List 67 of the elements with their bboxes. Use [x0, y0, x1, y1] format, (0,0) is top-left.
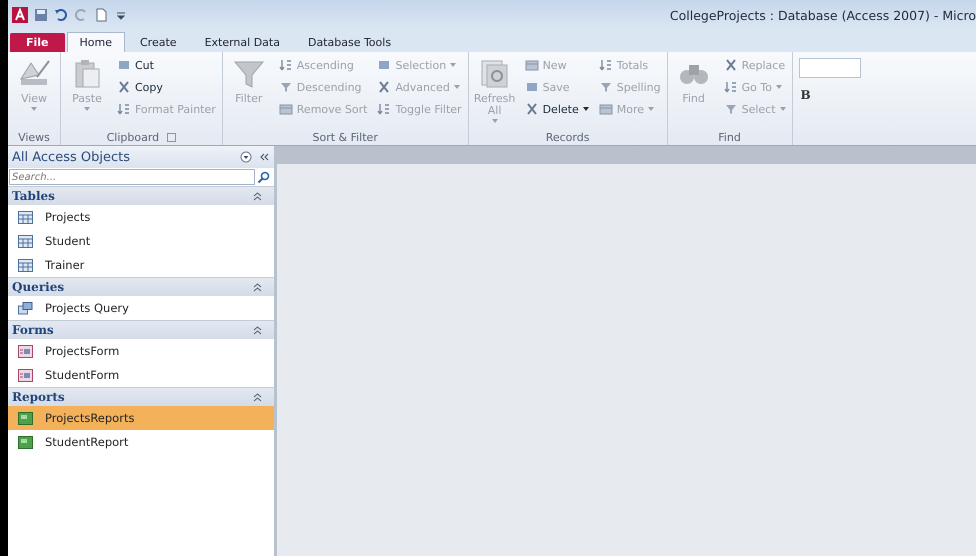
- save-icon[interactable]: [34, 8, 48, 22]
- ribbon-button[interactable]: Copy: [115, 77, 218, 97]
- navigation-item[interactable]: StudentForm: [8, 363, 274, 387]
- group-header[interactable]: Tables: [8, 186, 274, 205]
- square-icon: [524, 80, 539, 94]
- ribbon-button[interactable]: Cut: [115, 55, 218, 75]
- collapse-chevron-icon[interactable]: [253, 326, 262, 334]
- collapse-chevron-icon[interactable]: [253, 192, 262, 200]
- sort-icon: [278, 58, 293, 72]
- group-label: Sort & Filter: [312, 130, 378, 144]
- table-icon: [18, 234, 33, 248]
- ribbon-tab[interactable]: Create: [127, 32, 190, 52]
- collapse-chevron-icon[interactable]: [253, 392, 262, 402]
- table-icon: [18, 210, 33, 224]
- navigation-item[interactable]: ProjectsReports: [8, 406, 274, 430]
- search-icon[interactable]: [257, 170, 270, 184]
- funnel-icon: [598, 80, 613, 94]
- grid-icon: [524, 58, 539, 72]
- collapse-chevron-icon[interactable]: [253, 282, 262, 292]
- square-icon: [377, 58, 392, 72]
- undo-icon[interactable]: [54, 8, 68, 22]
- cross-icon: [724, 58, 738, 72]
- navigation-item[interactable]: Trainer: [8, 253, 274, 277]
- group-label: Records: [546, 130, 590, 144]
- collapse-icon[interactable]: [258, 151, 270, 163]
- funnel-icon: [278, 80, 293, 94]
- grid-icon: [278, 102, 293, 116]
- search-field[interactable]: Search...: [9, 169, 255, 185]
- group-header[interactable]: Queries: [8, 277, 274, 296]
- ribbon-tab[interactable]: Database Tools: [294, 32, 404, 52]
- navigation-item[interactable]: Projects Query: [8, 296, 274, 320]
- navigation-item[interactable]: StudentReport: [8, 430, 274, 454]
- sort-icon: [724, 80, 738, 94]
- funnel-icon: [724, 102, 738, 116]
- cross-icon: [377, 80, 392, 94]
- bold-button[interactable]: B: [798, 88, 813, 102]
- square-icon: [117, 58, 131, 72]
- ribbon-tab[interactable]: External Data: [192, 32, 293, 52]
- navigation-item[interactable]: ProjectsForm: [8, 339, 274, 363]
- sort-icon: [377, 102, 392, 116]
- document-icon[interactable]: [94, 8, 108, 22]
- dialog-launcher-icon[interactable]: [167, 132, 176, 142]
- table-icon: [18, 258, 33, 272]
- sort-icon: [117, 102, 131, 116]
- form-icon: [18, 344, 33, 358]
- grid-icon: [598, 102, 613, 116]
- report-icon: [18, 436, 33, 448]
- cross-icon: [524, 102, 539, 116]
- dropdown-icon[interactable]: [240, 151, 252, 163]
- query-icon: [18, 302, 33, 314]
- group-header[interactable]: Forms: [8, 320, 274, 339]
- sort-icon: [598, 58, 613, 72]
- window-title: CollegeProjects : Database (Access 2007) - Micro: [670, 8, 976, 22]
- form-icon: [18, 368, 33, 382]
- navigation-item[interactable]: Projects: [8, 205, 274, 229]
- app-logo-icon[interactable]: [12, 7, 28, 23]
- cross-icon: [117, 80, 131, 94]
- group-label: Clipboard: [106, 130, 160, 144]
- font-field[interactable]: [798, 58, 861, 78]
- ribbon-button[interactable]: Delete: [522, 99, 591, 119]
- ribbon-tab[interactable]: File: [10, 33, 65, 52]
- ribbon-tab[interactable]: Home: [66, 32, 125, 52]
- group-label: Views: [18, 130, 50, 144]
- navigation-item[interactable]: Student: [8, 229, 274, 253]
- group-label: Find: [718, 130, 741, 144]
- report-icon: [18, 412, 33, 424]
- group-header[interactable]: Reports: [8, 387, 274, 406]
